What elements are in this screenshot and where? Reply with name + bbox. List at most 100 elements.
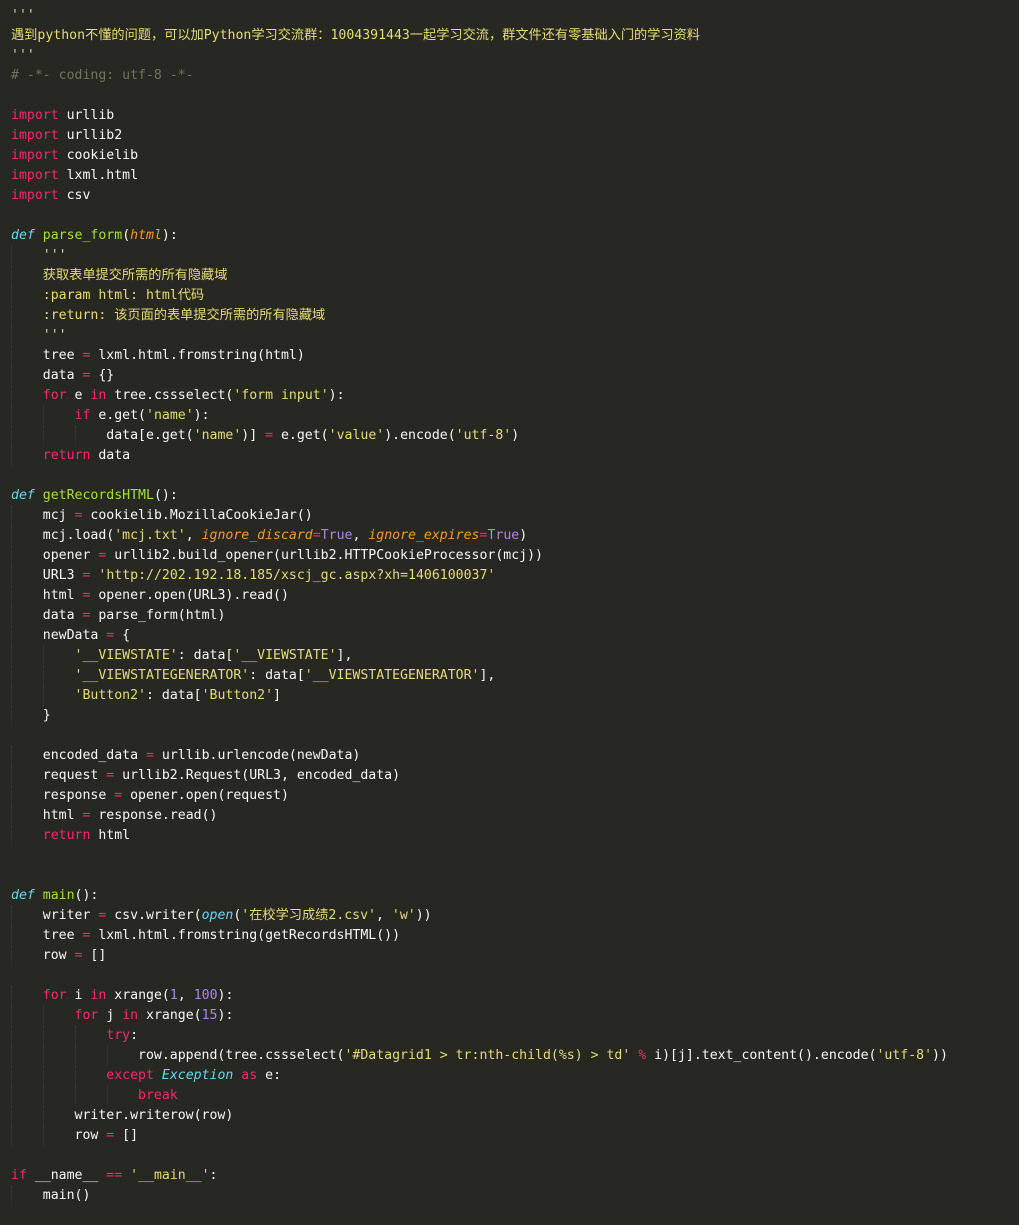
indent-guide (11, 346, 12, 366)
indent-guide (75, 1026, 76, 1046)
code-token: writer (11, 908, 99, 923)
indent-guide (43, 426, 44, 446)
code-line: except Exception as e: (0, 1066, 1019, 1086)
code-token: open (201, 908, 234, 923)
code-token: mcj (11, 508, 75, 523)
indent-guide (11, 1086, 12, 1106)
code-token: , (376, 908, 392, 923)
code-token: import (11, 168, 59, 183)
indent-guide (11, 606, 12, 626)
code-token: html (11, 588, 83, 603)
code-line: ''' (0, 246, 1019, 266)
code-token: encoded_data (11, 748, 146, 763)
code-token: , (185, 528, 202, 543)
code-token: ignore_expires (368, 528, 480, 543)
indent-guide (75, 426, 76, 446)
code-editor[interactable]: ''' 遇到python不懂的问题，可以加Python学习交流群：10043914… (0, 0, 1019, 1225)
indent-guide (11, 366, 12, 386)
indent-guide (11, 786, 12, 806)
code-line: '__VIEWSTATE': data['__VIEWSTATE'], (0, 646, 1019, 666)
code-token: e.get( (273, 428, 329, 443)
code-token: main (42, 888, 75, 903)
code-line: for j in xrange(15): (0, 1006, 1019, 1026)
indent-guide (75, 1046, 76, 1066)
code-token: ): (217, 988, 234, 1003)
code-token: data (90, 448, 131, 463)
indent-guide (11, 546, 12, 566)
code-line: mcj.load('mcj.txt', ignore_discard=True,… (0, 526, 1019, 546)
code-token: )] (241, 428, 266, 443)
indent-guide (107, 1046, 108, 1066)
indent-guide (11, 1026, 12, 1046)
code-token: lxml.html.fromstring(getRecordsHTML()) (90, 928, 401, 943)
code-line: ''' (0, 6, 1019, 26)
code-token: : (130, 1028, 139, 1043)
code-token: True (487, 528, 520, 543)
indent-guide (43, 686, 44, 706)
code-token: = (145, 748, 154, 763)
indent-guide (11, 906, 12, 926)
code-line: main() (0, 1186, 1019, 1206)
code-token: # -*- coding: utf-8 -*- (11, 68, 194, 83)
code-token: URL3 (11, 568, 83, 583)
indent-guide (11, 1006, 12, 1026)
code-token: 'name' (146, 408, 194, 423)
code-line: data = parse_form(html) (0, 606, 1019, 626)
indent-guide (11, 1126, 12, 1146)
code-token: in (90, 388, 107, 403)
code-token: csv.writer( (106, 908, 202, 923)
code-token: for (42, 388, 67, 403)
code-line: import cookielib (0, 146, 1019, 166)
code-line: def getRecordsHTML(): (0, 486, 1019, 506)
code-token: as (241, 1068, 258, 1083)
indent-guide (43, 1026, 44, 1046)
code-token: )) (932, 1048, 948, 1063)
code-token: try (106, 1028, 131, 1043)
code-token: e: (257, 1068, 282, 1083)
code-token: :param html: html代码 (11, 288, 205, 303)
code-token: 'value' (328, 428, 385, 443)
code-token: ): (328, 388, 345, 403)
code-token: (): (74, 888, 99, 903)
code-token: 100 (193, 988, 218, 1003)
indent-guide (43, 406, 44, 426)
code-line: data[e.get('name')] = e.get('value').enc… (0, 426, 1019, 446)
code-token: [] (114, 1128, 139, 1143)
indent-guide (11, 1046, 12, 1066)
code-token: row (11, 948, 75, 963)
code-line: :return: 该页面的表单提交所需的所有隐藏域 (0, 306, 1019, 326)
code-token: 'name' (193, 428, 242, 443)
code-line: encoded_data = urllib.urlencode(newData) (0, 746, 1019, 766)
indent-guide (11, 246, 12, 266)
code-token: ], (479, 668, 496, 683)
code-line: return html (0, 826, 1019, 846)
indent-guide (11, 266, 12, 286)
code-token: ignore_discard (201, 528, 313, 543)
code-token: = (312, 528, 321, 543)
code-token: parse_form(html) (90, 608, 226, 623)
indent-guide (11, 706, 12, 726)
code-line: for i in xrange(1, 100): (0, 986, 1019, 1006)
code-token: import (11, 128, 59, 143)
code-token: in (122, 1008, 139, 1023)
code-token: ) (511, 428, 520, 443)
code-token: urllib.urlencode(newData) (153, 748, 361, 763)
code-token: '__VIEWSTATE' (74, 648, 178, 663)
code-token: 'http://202.192.18.185/xscj_gc.aspx?xh=1… (98, 568, 496, 583)
indent-guide (11, 526, 12, 546)
code-token: def (11, 228, 35, 243)
indent-guide (43, 1046, 44, 1066)
indent-guide (11, 746, 12, 766)
code-token: for (74, 1008, 99, 1023)
code-token: '__VIEWSTATE' (233, 648, 337, 663)
code-token: lxml.html (58, 168, 139, 183)
code-token: tree.cssselect( (106, 388, 234, 403)
indent-guide (11, 986, 12, 1006)
